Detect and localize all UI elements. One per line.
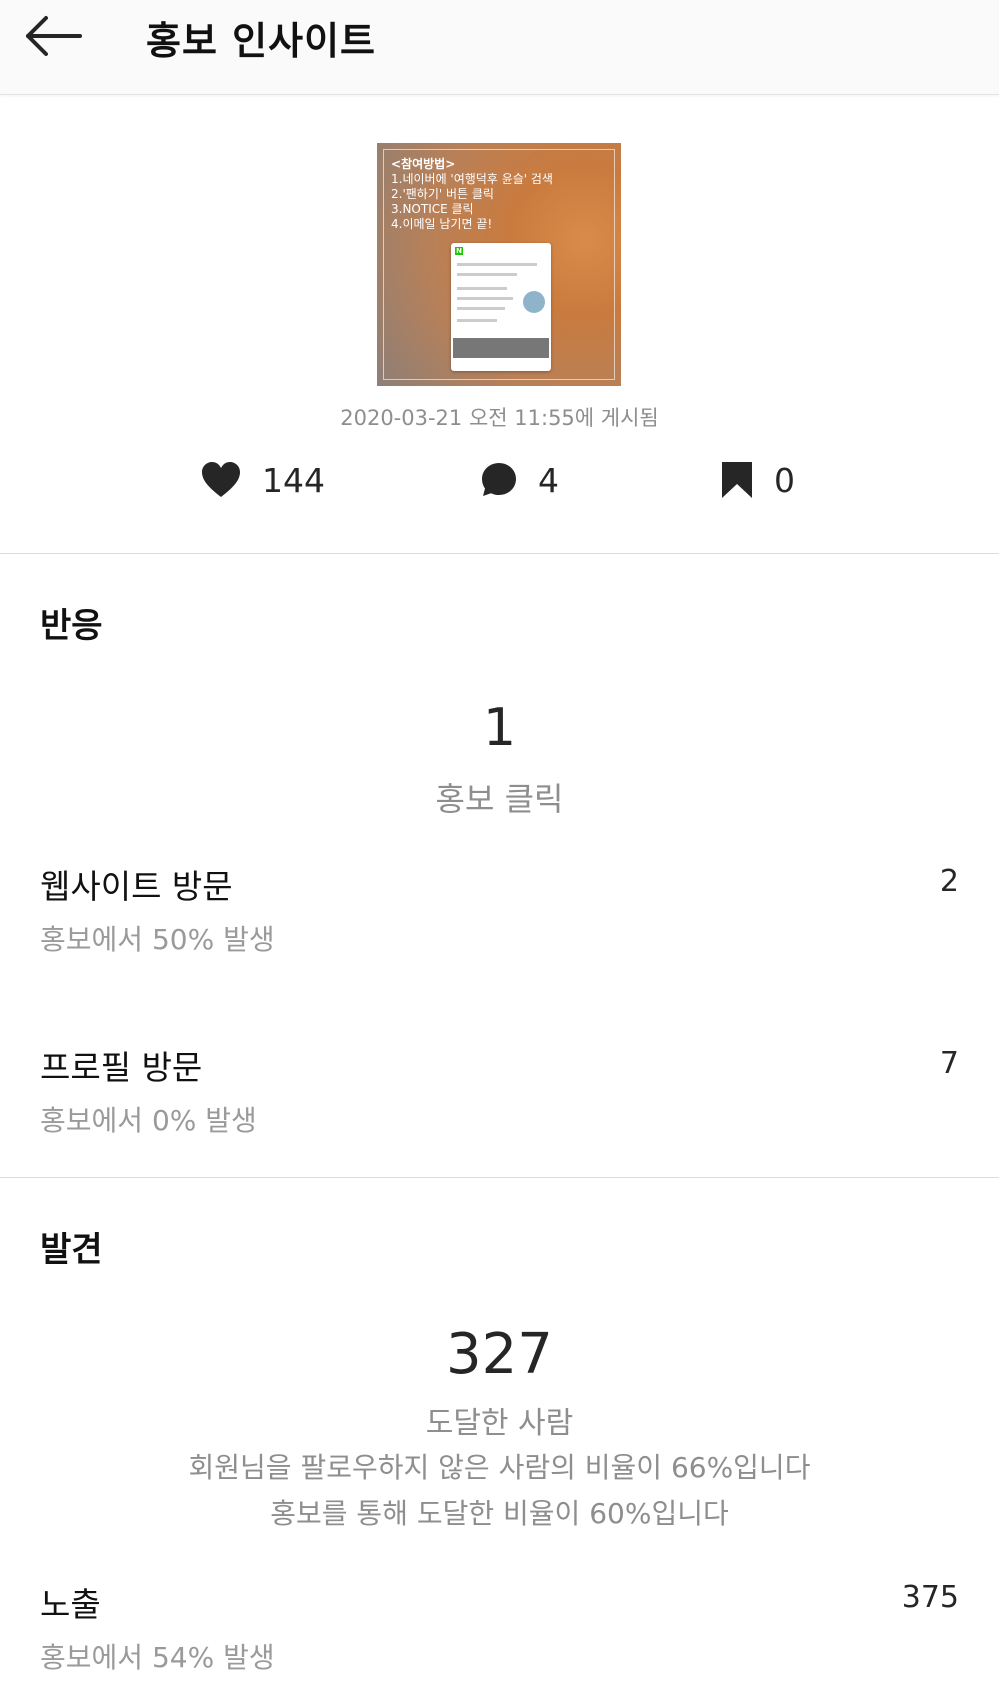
profile-visits-sub: 홍보에서 0% 발생 <box>40 1104 257 1137</box>
thumbnail-text: <참여방법> 1.네이버에 '여행덕후 윤슬' 검색 2.'팬하기' 버튼 클릭… <box>391 157 553 232</box>
highlight-box <box>453 338 549 358</box>
promo-clicks-value: 1 <box>482 698 517 758</box>
posted-timestamp: 2020-03-21 오전 11:55에 게시됨 <box>340 406 659 430</box>
saves-count: 0 <box>774 460 795 500</box>
website-visits-value: 2 <box>939 864 959 899</box>
thumbnail-line: 4.이메일 남기면 끝! <box>391 217 493 231</box>
website-visits-sub: 홍보에서 50% 발생 <box>40 923 275 956</box>
promo-clicks-label: 홍보 클릭 <box>435 780 564 818</box>
thumbnail-line: 3.NOTICE 클릭 <box>391 202 474 216</box>
impressions-label[interactable]: 노출 <box>40 1578 101 1626</box>
impressions-sub: 홍보에서 54% 발생 <box>40 1641 275 1674</box>
non-follower-note: 회원님을 팔로우하지 않은 사람의 비율이 66%입니다 <box>188 1451 811 1484</box>
profile-visits-label[interactable]: 프로필 방문 <box>40 1041 202 1089</box>
response-section-title: 반응 <box>40 606 103 646</box>
likes-count: 144 <box>262 460 325 500</box>
comments-count: 4 <box>538 460 559 500</box>
top-bar: 홍보 인사이트 <box>0 0 999 95</box>
reach-value: 327 <box>446 1322 553 1387</box>
reach-label: 도달한 사람 <box>425 1406 574 1441</box>
likes-stat: 144 <box>200 458 325 502</box>
thumbnail-line: 1.네이버에 '여행덕후 윤슬' 검색 <box>391 172 553 186</box>
comment-icon <box>482 463 516 496</box>
bookmark-icon <box>722 462 752 498</box>
promo-reach-note: 홍보를 통해 도달한 비율이 60%입니다 <box>270 1497 729 1530</box>
divider <box>0 553 999 554</box>
back-button[interactable] <box>22 14 92 58</box>
heart-icon <box>202 462 240 497</box>
page-title: 홍보 인사이트 <box>146 19 376 63</box>
phone-screenshot-image: N <box>451 243 551 371</box>
divider <box>0 1177 999 1178</box>
website-visits-label[interactable]: 웹사이트 방문 <box>40 860 233 908</box>
naver-logo-icon: N <box>455 247 463 255</box>
discovery-section-title: 발견 <box>40 1230 103 1270</box>
saves-stat: 0 <box>720 458 795 502</box>
profile-visits-value: 7 <box>939 1046 959 1081</box>
thumbnail-line: <참여방법> <box>391 157 456 171</box>
profile-image <box>523 291 545 313</box>
arrow-left-icon <box>26 16 82 56</box>
comments-stat: 4 <box>480 458 559 502</box>
impressions-value: 375 <box>901 1580 959 1615</box>
post-thumbnail[interactable]: <참여방법> 1.네이버에 '여행덕후 윤슬' 검색 2.'팬하기' 버튼 클릭… <box>377 143 621 386</box>
thumbnail-line: 2.'팬하기' 버튼 클릭 <box>391 187 494 201</box>
